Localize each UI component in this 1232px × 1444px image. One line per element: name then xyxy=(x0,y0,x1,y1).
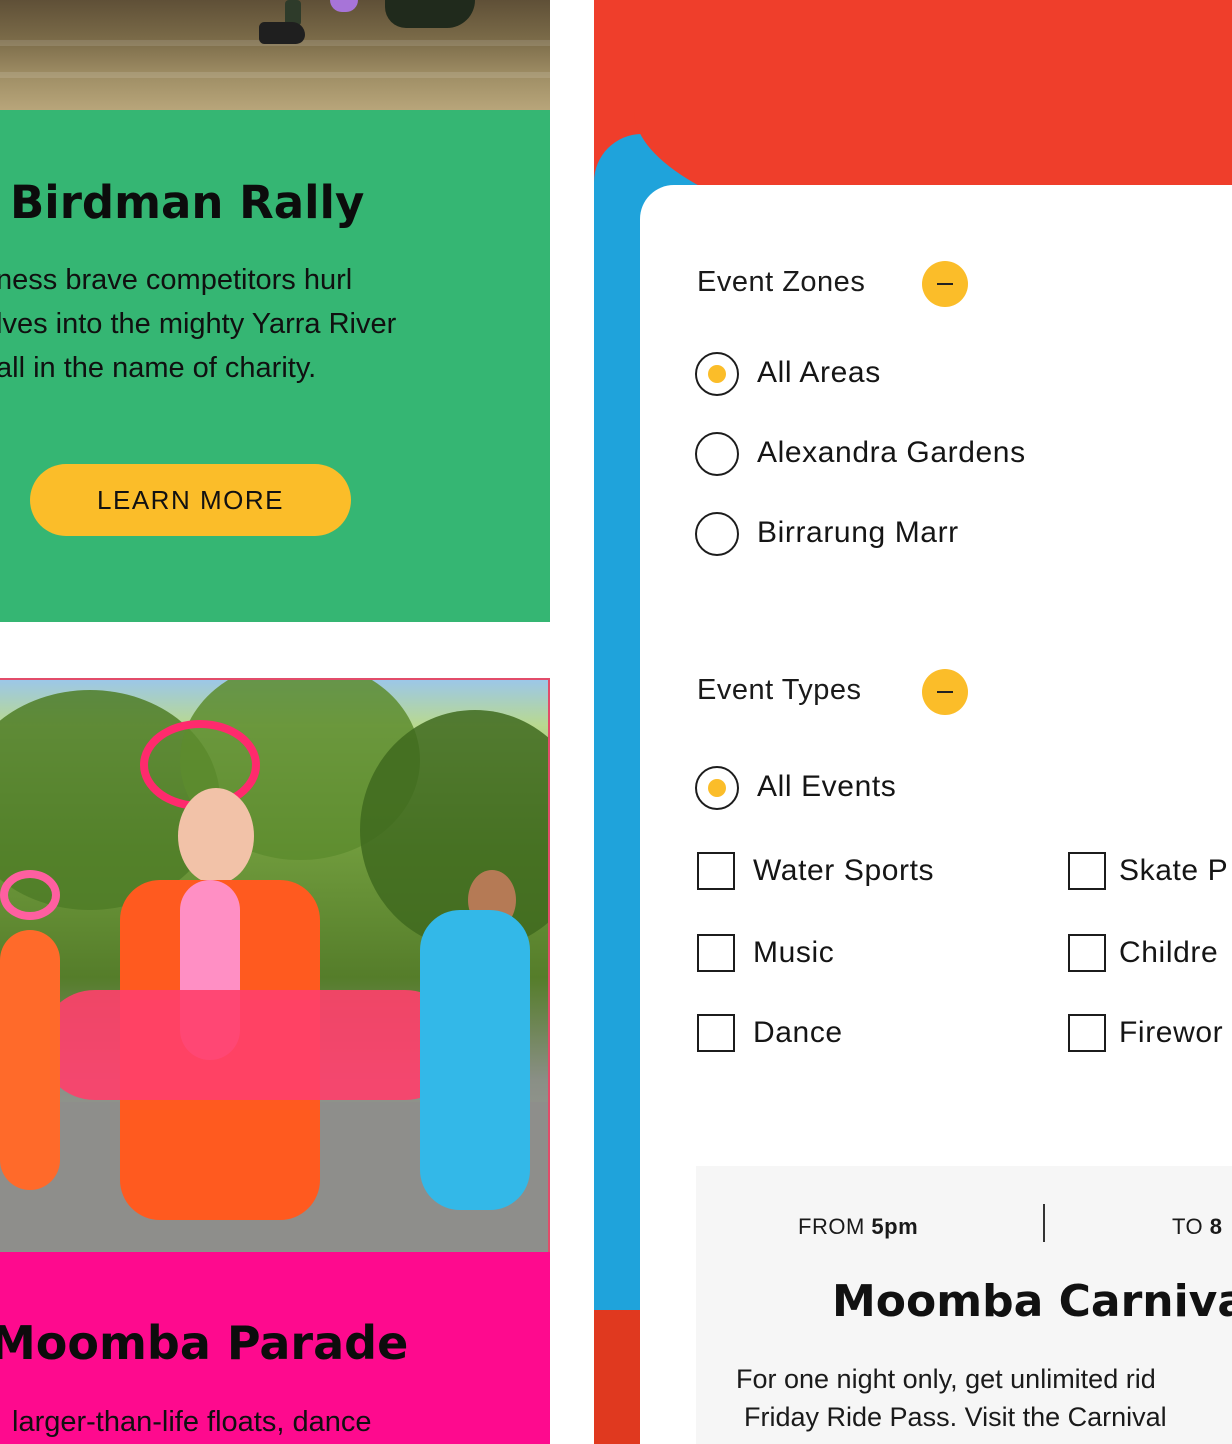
radio-label: Birrarung Marr xyxy=(757,516,959,549)
checkbox-label: Dance xyxy=(753,1016,843,1049)
checkbox-dance[interactable] xyxy=(697,1014,735,1052)
time-divider xyxy=(1043,1204,1045,1242)
costume-wing xyxy=(385,0,475,28)
radio-all-events[interactable] xyxy=(695,766,739,810)
checkbox-label: Skate P xyxy=(1119,854,1229,887)
description-line: ness brave competitors hurl xyxy=(0,264,353,296)
card-title: Moomba Parade xyxy=(0,1316,409,1370)
radio-label: All Areas xyxy=(757,356,881,389)
card-description: ness brave competitors hurl lves into th… xyxy=(0,258,396,390)
radio-alexandra-gardens[interactable] xyxy=(695,432,739,476)
checkbox-water-sports[interactable] xyxy=(697,852,735,890)
event-zones-heading: Event Zones xyxy=(697,266,866,298)
event-description-line: Friday Ride Pass. Visit the Carnival xyxy=(744,1402,1167,1432)
event-cards-column: Birdman Rally ness brave competitors hur… xyxy=(0,0,550,1444)
minus-icon xyxy=(937,283,953,285)
jumper-legs xyxy=(255,0,325,50)
radio-label: Alexandra Gardens xyxy=(757,436,1026,469)
checkbox-skate-park[interactable] xyxy=(1068,852,1106,890)
checkbox-music[interactable] xyxy=(697,934,735,972)
event-types-heading: Event Types xyxy=(697,674,862,706)
event-start-time: FROM 5pm xyxy=(798,1214,918,1240)
card-title: Birdman Rally xyxy=(10,176,365,229)
description-line: all in the name of charity. xyxy=(0,352,317,384)
learn-more-button[interactable]: LEARN MORE xyxy=(30,464,351,536)
radio-label: All Events xyxy=(757,770,897,803)
checkbox-children[interactable] xyxy=(1068,934,1106,972)
checkbox-label: Childre xyxy=(1119,936,1219,969)
parade-photo xyxy=(0,678,550,1252)
costume-detail xyxy=(330,0,358,12)
event-description-line: For one night only, get unlimited rid xyxy=(736,1364,1156,1394)
time-value: 5pm xyxy=(871,1214,919,1239)
description-line: lves into the mighty Yarra River xyxy=(0,308,397,340)
time-prefix: TO xyxy=(1172,1214,1204,1239)
event-end-time: TO 8 xyxy=(1172,1214,1223,1240)
radio-birrarung-marr[interactable] xyxy=(695,512,739,556)
radio-all-areas[interactable] xyxy=(695,352,739,396)
checkbox-fireworks[interactable] xyxy=(1068,1014,1106,1052)
collapse-types-button[interactable] xyxy=(922,669,968,715)
event-title: Moomba Carniva xyxy=(832,1276,1232,1327)
time-value: 8 xyxy=(1209,1214,1223,1239)
minus-icon xyxy=(937,691,953,693)
checkbox-label: Firewor xyxy=(1119,1016,1224,1049)
birdman-photo xyxy=(0,0,550,110)
checkbox-label: Water Sports xyxy=(753,854,935,887)
checkbox-label: Music xyxy=(753,936,835,969)
collapse-zones-button[interactable] xyxy=(922,261,968,307)
card-description: larger-than-life floats, dance xyxy=(12,1406,372,1438)
time-prefix: FROM xyxy=(798,1214,865,1239)
